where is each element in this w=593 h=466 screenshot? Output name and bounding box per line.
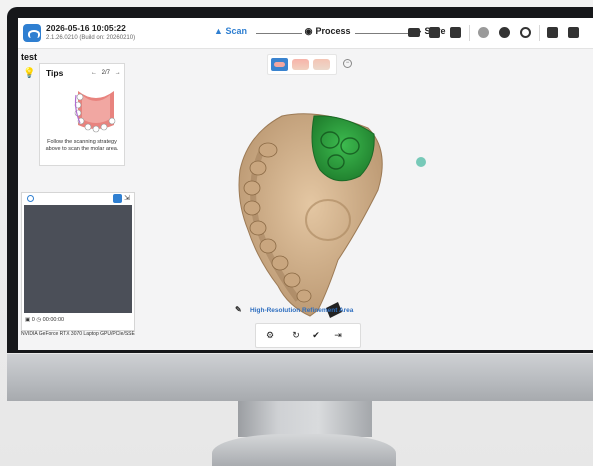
minimize-icon[interactable] bbox=[547, 27, 558, 38]
frame-icon: ▣ 0 bbox=[25, 317, 35, 323]
tips-panel: Tips ← 2/7 → Follow the scanning strateg… bbox=[39, 63, 125, 166]
chin-edge bbox=[7, 353, 593, 354]
tips-pager: ← 2/7 → bbox=[91, 70, 121, 76]
process-icon: ◉ bbox=[304, 26, 313, 36]
confirm-icon[interactable]: ✔ bbox=[310, 329, 322, 341]
app-logo-icon bbox=[23, 24, 41, 42]
refine-tool-icon: ✎ bbox=[235, 305, 242, 314]
refinement-area-label[interactable]: ✎ High-Resolution Refinement Area bbox=[235, 305, 354, 314]
rotate-icon[interactable]: ↻ bbox=[290, 329, 302, 341]
step-process-label: Process bbox=[315, 26, 351, 36]
dental-model-3d[interactable] bbox=[218, 110, 398, 325]
step-connector bbox=[355, 33, 411, 34]
monitor-stand-base bbox=[212, 434, 396, 466]
camera-icon bbox=[27, 195, 34, 202]
refinement-text: High-Resolution Refinement Area bbox=[250, 307, 354, 314]
tips-illustration bbox=[72, 85, 120, 133]
tips-prev-button[interactable]: ← bbox=[91, 70, 97, 76]
monitor-stand-neck bbox=[238, 401, 372, 437]
scan-icon: ▲ bbox=[214, 26, 223, 36]
focus-point-marker bbox=[416, 157, 426, 167]
step-scan-label: Scan bbox=[225, 26, 248, 36]
record-video-icon[interactable] bbox=[408, 28, 420, 37]
mode-lower-jaw-icon[interactable] bbox=[292, 59, 309, 70]
mode-bite-icon[interactable] bbox=[313, 59, 330, 70]
screenshot-icon[interactable] bbox=[429, 27, 440, 38]
camera-time: 00:00:00 bbox=[42, 317, 65, 323]
toolbar-divider bbox=[539, 25, 540, 41]
camera-status: ▣ 0 ◷ 00:00:00 bbox=[25, 317, 64, 323]
step-scan[interactable]: ▲ Scan bbox=[214, 26, 247, 36]
title-bar: 2026-05-16 10:05:22 2.1.26.0210 (Build o… bbox=[18, 18, 593, 49]
step-process[interactable]: ◉ Process bbox=[304, 26, 351, 37]
export-icon[interactable] bbox=[450, 27, 461, 38]
monitor-scene: 2026-05-16 10:05:22 2.1.26.0210 (Build o… bbox=[0, 0, 593, 466]
settings-icon[interactable] bbox=[478, 27, 489, 38]
camera-view bbox=[24, 205, 132, 313]
tips-title: Tips bbox=[46, 68, 64, 78]
datetime-text: 2026-05-16 10:05:22 bbox=[46, 23, 126, 33]
tips-next-button[interactable]: → bbox=[115, 70, 121, 76]
camera-mode-button[interactable] bbox=[113, 194, 122, 203]
bottom-toolbar: ⚙ ↻ ✔ ⇥ bbox=[255, 323, 361, 348]
camera-preview-panel: ⇲ ▣ 0 ◷ 00:00:00 bbox=[21, 192, 135, 331]
tooth-select-icon[interactable]: ⚙ bbox=[264, 329, 276, 341]
toolbar-divider bbox=[469, 25, 470, 41]
gpu-info: NVIDIA GeForce RTX 3070 Laptop GPU/PCIe/… bbox=[21, 331, 135, 337]
step-connector bbox=[256, 33, 302, 34]
lightbulb-icon[interactable]: 💡 bbox=[23, 68, 35, 79]
target-icon[interactable] bbox=[520, 27, 531, 38]
remove-mode-icon[interactable]: − bbox=[343, 59, 352, 68]
account-icon[interactable] bbox=[499, 27, 510, 38]
mode-upper-jaw-icon[interactable] bbox=[271, 58, 288, 71]
version-text: 2.1.26.0210 (Build on: 20260210) bbox=[46, 35, 136, 41]
app-screen: 2026-05-16 10:05:22 2.1.26.0210 (Build o… bbox=[18, 18, 593, 350]
exit-icon[interactable]: ⇥ bbox=[332, 329, 344, 341]
camera-header: ⇲ bbox=[22, 193, 134, 204]
close-icon[interactable] bbox=[568, 27, 579, 38]
project-name: test bbox=[21, 52, 38, 62]
expand-icon[interactable]: ⇲ bbox=[124, 194, 130, 202]
monitor-chin bbox=[7, 353, 593, 401]
clock-icon: ◷ bbox=[36, 317, 42, 323]
scan-mode-strip bbox=[267, 54, 337, 75]
tips-page: 2/7 bbox=[101, 70, 111, 76]
tips-text: Follow the scanning strategy above to sc… bbox=[45, 139, 119, 152]
